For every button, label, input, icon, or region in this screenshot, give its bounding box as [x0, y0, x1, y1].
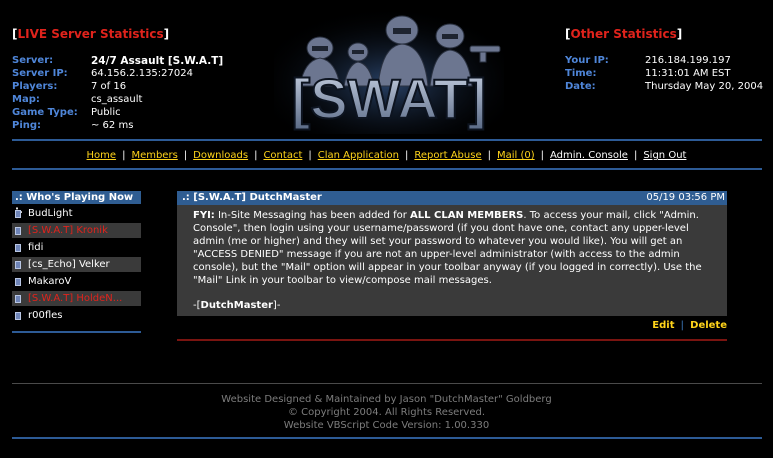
- player-row: BudLight: [12, 206, 141, 221]
- swat-soldiers-graphic: [SWAT]: [274, 6, 504, 134]
- date-label: Date:: [565, 81, 596, 92]
- game-type-value: Public: [91, 107, 121, 118]
- nav-downloads[interactable]: Downloads: [193, 150, 248, 161]
- header-divider: [12, 139, 762, 141]
- server-label: Server:: [12, 55, 54, 66]
- time-value: 11:31:01 AM EST: [645, 68, 731, 79]
- players-value: 7 of 16: [91, 81, 127, 92]
- other-stats-heading: Other Statistics: [570, 27, 677, 41]
- player-icon: [15, 312, 21, 320]
- message-body: FYI: In-Site Messaging has been added fo…: [177, 205, 727, 316]
- map-label: Map:: [12, 94, 40, 105]
- message-title: .: [S.W.A.T] DutchMaster: [182, 192, 322, 203]
- nav-admin-console[interactable]: Admin. Console: [550, 150, 628, 161]
- game-type-label: Game Type:: [12, 107, 78, 118]
- map-value: cs_assault: [91, 94, 143, 105]
- player-row: [cs_Echo] Velker: [12, 257, 141, 272]
- nav-divider: [12, 168, 762, 170]
- server-ip-value: 64.156.2.135:27024: [91, 68, 193, 79]
- player-row: fidi: [12, 240, 141, 255]
- emphasis-text: ALL CLAN MEMBERS: [410, 210, 524, 221]
- footer: Website Designed & Maintained by Jason "…: [0, 393, 773, 432]
- footer-version: Website VBScript Code Version: 1.00.330: [283, 420, 490, 431]
- player-name: [S.W.A.T] Kronik: [28, 225, 108, 236]
- date-value: Thursday May 20, 2004: [645, 81, 764, 92]
- nav-mail[interactable]: Mail (0): [497, 150, 535, 161]
- player-name: BudLight: [28, 208, 73, 219]
- player-name: r00fles: [28, 310, 63, 321]
- nav-report-abuse[interactable]: Report Abuse: [414, 150, 481, 161]
- message-date: 05/19 03:56 PM: [646, 192, 725, 203]
- players-label: Players:: [12, 81, 58, 92]
- footer-copyright: © Copyright 2004. All Rights Reserved.: [287, 407, 486, 418]
- live-stats-heading: LIVE Server Statistics: [17, 27, 164, 41]
- nav-contact[interactable]: Contact: [263, 150, 302, 161]
- swat-logo: [SWAT]: [274, 6, 504, 134]
- player-icon: [15, 295, 21, 303]
- player-row: MakaroV: [12, 274, 141, 289]
- message-actions: Edit | Delete: [652, 320, 727, 331]
- whos-playing-title: .: Who's Playing Now :.: [12, 191, 141, 216]
- footer-top-divider: [12, 383, 762, 384]
- server-ip-label: Server IP:: [12, 68, 68, 79]
- your-ip-label: Your IP:: [565, 55, 609, 66]
- footer-bottom-divider: [12, 437, 762, 439]
- edit-link[interactable]: Edit: [652, 320, 674, 331]
- logo-text: [SWAT]: [292, 67, 487, 130]
- fyi-label: FYI:: [193, 210, 215, 221]
- nav-members[interactable]: Members: [131, 150, 177, 161]
- other-stats-title: [Other Statistics]: [565, 27, 683, 41]
- player-icon: [15, 278, 21, 286]
- player-row: r00fles: [12, 308, 141, 323]
- player-row: [S.W.A.T] HoldeN...: [12, 291, 141, 306]
- ping-value: ~ 62 ms: [91, 120, 134, 131]
- message-signature: -[DutchMaster]-: [193, 300, 281, 311]
- nav-clan-application[interactable]: Clan Application: [318, 150, 399, 161]
- player-icon: [15, 210, 21, 218]
- server-value: 24/7 Assault [S.W.A.T]: [91, 55, 224, 67]
- player-row: [S.W.A.T] Kronik: [12, 223, 141, 238]
- nav-sign-out[interactable]: Sign Out: [643, 150, 686, 161]
- message-text: FYI: In-Site Messaging has been added fo…: [193, 210, 702, 286]
- whos-playing-divider: [12, 331, 141, 333]
- nav-home[interactable]: Home: [87, 150, 117, 161]
- message-divider: [177, 339, 727, 341]
- delete-link[interactable]: Delete: [690, 320, 727, 331]
- time-label: Time:: [565, 68, 597, 79]
- player-name: [cs_Echo] Velker: [28, 259, 110, 270]
- player-name: fidi: [28, 242, 44, 253]
- ping-label: Ping:: [12, 120, 42, 131]
- player-icon: [15, 261, 21, 269]
- player-icon: [15, 227, 21, 235]
- player-name: [S.W.A.T] HoldeN...: [28, 293, 123, 304]
- your-ip-value: 216.184.199.197: [645, 55, 731, 66]
- live-stats-title: [LIVE Server Statistics]: [12, 27, 170, 41]
- player-name: MakaroV: [28, 276, 72, 287]
- message-header: .: [S.W.A.T] DutchMaster 05/19 03:56 PM: [177, 191, 727, 205]
- player-icon: [15, 244, 21, 252]
- main-nav: Home | Members | Downloads | Contact | Clan Appl…: [86, 150, 687, 161]
- footer-credit: Website Designed & Maintained by Jason "…: [221, 394, 552, 405]
